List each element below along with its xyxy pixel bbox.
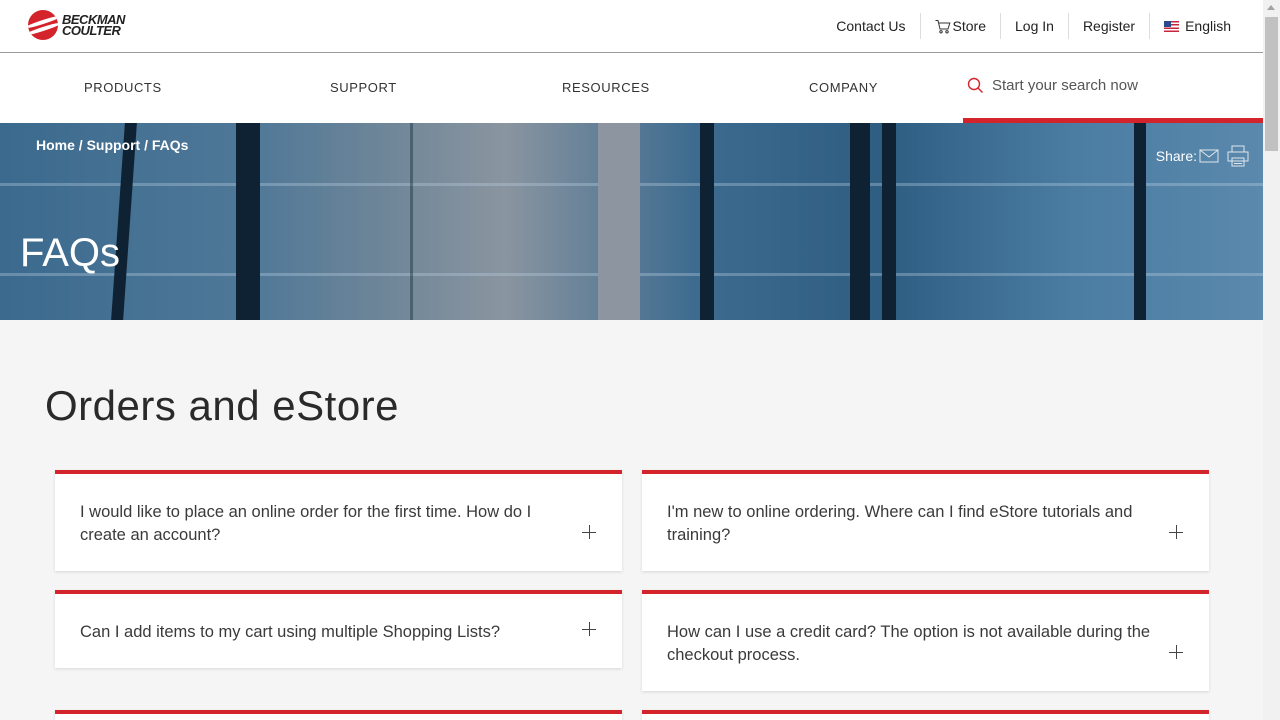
expand-plus-icon[interactable] — [1169, 645, 1183, 659]
contact-us-link[interactable]: Contact Us — [822, 13, 919, 39]
window-pillar — [598, 123, 640, 320]
window-mullion — [410, 123, 413, 320]
window-mullion — [882, 123, 896, 320]
window-mullion — [236, 123, 260, 320]
print-icon[interactable] — [1227, 145, 1249, 167]
window-mullion — [700, 123, 714, 320]
faq-card[interactable]: I'm new to online ordering. Where can I … — [642, 470, 1209, 571]
faq-question: Can I add items to my cart using multipl… — [80, 623, 501, 641]
cart-icon — [935, 19, 951, 34]
faq-card[interactable] — [642, 710, 1209, 720]
store-link[interactable]: Store — [919, 13, 1000, 39]
search-icon[interactable] — [967, 77, 984, 94]
nav-products[interactable]: PRODUCTS — [84, 80, 162, 95]
faq-card[interactable]: I would like to place an online order fo… — [55, 470, 622, 571]
expand-plus-icon[interactable] — [582, 525, 596, 539]
section-title: Orders and eStore — [45, 382, 400, 429]
window-mullion — [1134, 123, 1146, 320]
search-input[interactable] — [992, 77, 1232, 94]
faq-card[interactable] — [55, 710, 622, 720]
faq-question: How can I use a credit card? The option … — [667, 623, 1151, 664]
us-flag-icon — [1164, 20, 1180, 32]
search-bar — [963, 53, 1263, 123]
page-scrollbar[interactable] — [1263, 0, 1280, 720]
login-link[interactable]: Log In — [1000, 13, 1068, 39]
brand-logo[interactable]: BECKMAN COULTER — [28, 10, 125, 40]
breadcrumb[interactable]: Home / Support / FAQs — [36, 137, 188, 153]
share-label: Share: — [1155, 148, 1197, 164]
faq-section: Orders and eStore I would like to place … — [1, 320, 1263, 720]
page-title: FAQs — [20, 231, 121, 275]
nav-support[interactable]: SUPPORT — [330, 80, 397, 95]
scroll-thumb[interactable] — [1265, 17, 1278, 151]
nav-company[interactable]: COMPANY — [809, 80, 878, 95]
window-mullion — [850, 123, 870, 320]
scroll-up-arrow-icon[interactable] — [1267, 5, 1275, 10]
faq-card[interactable]: Can I add items to my cart using multipl… — [55, 590, 622, 668]
faq-question: I would like to place an online order fo… — [80, 503, 532, 544]
expand-plus-icon[interactable] — [582, 622, 596, 636]
faq-question: I'm new to online ordering. Where can I … — [667, 503, 1133, 544]
utility-bar: BECKMAN COULTER Contact Us Store Log In … — [0, 0, 1263, 53]
register-link[interactable]: Register — [1067, 13, 1149, 39]
nav-resources[interactable]: RESOURCES — [562, 80, 650, 95]
share-bar: Share: — [1156, 145, 1249, 167]
expand-plus-icon[interactable] — [1169, 525, 1183, 539]
logo-line-2: COULTER — [62, 23, 121, 38]
utility-nav: Contact Us Store Log In Register English — [822, 0, 1245, 52]
email-icon[interactable] — [1199, 149, 1219, 163]
hero-banner: Home / Support / FAQs Share: FAQs — [0, 123, 1263, 320]
faq-card[interactable]: How can I use a credit card? The option … — [642, 590, 1209, 691]
language-selector[interactable]: English — [1149, 13, 1245, 39]
logo-mark-icon — [28, 10, 58, 40]
main-nav: PRODUCTS SUPPORT RESOURCES COMPANY — [0, 53, 1263, 123]
